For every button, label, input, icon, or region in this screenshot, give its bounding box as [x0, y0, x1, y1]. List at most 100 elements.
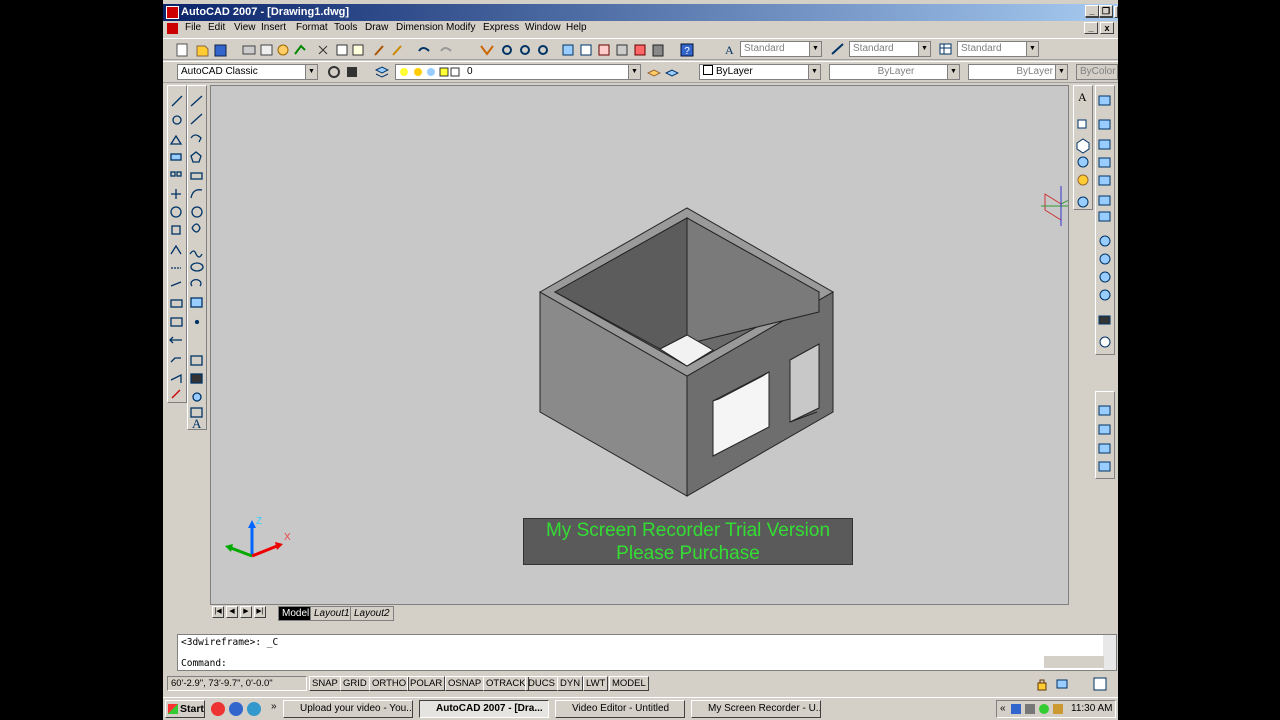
text-style-icon[interactable]: A	[723, 42, 737, 57]
task-upload-video[interactable]: Upload your video - You...	[283, 700, 413, 718]
drawing-canvas[interactable]: Z X My Screen Recorder Trial Version Ple…	[210, 85, 1069, 605]
command-prompt[interactable]: Command:	[181, 658, 227, 669]
clean-screen-icon[interactable]	[1093, 677, 1107, 691]
ucs-z-label: Z	[256, 516, 263, 527]
dim-style-value: Standard	[853, 43, 894, 54]
table-style-icon[interactable]	[939, 42, 953, 56]
dim-style-icon[interactable]	[831, 42, 845, 56]
chrome-icon[interactable]	[211, 702, 225, 716]
command-window[interactable]: <3dwireframe>: _C Command:	[177, 634, 1117, 671]
tab-model[interactable]: Model	[278, 606, 314, 621]
tray-expand-icon[interactable]: «	[1000, 701, 1006, 717]
doc-minimize-button[interactable]: _	[1084, 22, 1098, 34]
task-autocad[interactable]: AutoCAD 2007 - [Dra...	[419, 700, 549, 718]
color-swatch	[703, 65, 713, 75]
command-hscroll[interactable]	[1044, 656, 1104, 668]
my-workspace-icon[interactable]	[345, 65, 359, 79]
standard-toolbar-icons[interactable]: ?	[171, 42, 711, 58]
app-minimize-button[interactable]: _	[1085, 5, 1099, 17]
osnap-toggle[interactable]: OSNAP	[445, 676, 485, 691]
plotstyle-dropdown[interactable]: ByColor	[1076, 64, 1118, 80]
menu-file[interactable]: File	[185, 22, 201, 33]
menu-view[interactable]: View	[234, 22, 256, 33]
tab-layout1[interactable]: Layout1	[310, 606, 354, 621]
draw-toolbar[interactable]: A	[187, 85, 207, 431]
dyn-toggle[interactable]: DYN	[557, 676, 584, 691]
status-tray-icon[interactable]	[1055, 677, 1069, 691]
linetype-dropdown[interactable]: ByLayer ▼	[829, 64, 960, 80]
doc-close-button[interactable]: x	[1100, 22, 1114, 34]
draw-toolbar-icons[interactable]: A	[188, 86, 206, 431]
app-restore-button[interactable]: ❐	[1099, 5, 1113, 17]
menu-insert[interactable]: Insert	[261, 22, 286, 33]
tray-app-icon[interactable]	[1053, 704, 1063, 714]
lock-icon[interactable]	[1035, 677, 1049, 691]
otrack-toggle[interactable]: OTRACK	[483, 676, 529, 691]
lineweight-dropdown[interactable]: ByLayer ▼	[968, 64, 1068, 80]
autocad-app-icon[interactable]	[166, 6, 179, 19]
left-toolbars: A	[163, 85, 210, 605]
workspace-dropdown[interactable]: AutoCAD Classic ▼	[177, 64, 318, 80]
view-toolbar-icons[interactable]: A	[1074, 86, 1092, 209]
close-button[interactable]	[1114, 6, 1118, 18]
layer-manager-icon[interactable]	[374, 65, 390, 79]
last-tab-button[interactable]: ▶|	[254, 606, 266, 618]
tab-layout2[interactable]: Layout2	[350, 606, 394, 621]
make-object-layer-current-icon[interactable]	[646, 65, 662, 79]
tray-volume-icon[interactable]	[1025, 704, 1035, 714]
clock[interactable]: 11:30 AM	[1071, 701, 1113, 717]
grid-toggle[interactable]: GRID	[340, 676, 370, 691]
layer-previous-icon[interactable]	[664, 65, 680, 79]
menu-format[interactable]: Format	[296, 22, 328, 33]
command-scrollbar[interactable]	[1103, 635, 1116, 670]
lwt-toggle[interactable]: LWT	[583, 676, 609, 691]
ortho-toggle[interactable]: ORTHO	[369, 676, 410, 691]
layer-dropdown[interactable]: 0 ▼	[395, 64, 641, 80]
menu-help[interactable]: Help	[566, 22, 587, 33]
tray-network-icon[interactable]	[1011, 704, 1021, 714]
tray-security-icon[interactable]	[1039, 704, 1049, 714]
next-tab-button[interactable]: ▶	[240, 606, 252, 618]
dim-style-dropdown[interactable]: Standard ▼	[849, 41, 931, 57]
menu-draw[interactable]: Draw	[365, 22, 388, 33]
text-style-dropdown[interactable]: Standard ▼	[740, 41, 822, 57]
solid-editing-icons[interactable]	[1096, 392, 1114, 478]
color-dropdown[interactable]: ByLayer ▼	[699, 64, 821, 80]
prev-tab-button[interactable]: ◀	[226, 606, 238, 618]
menu-edit[interactable]: Edit	[208, 22, 225, 33]
task-screen-recorder[interactable]: My Screen Recorder - U...	[691, 700, 821, 718]
workspace-settings-icon[interactable]	[327, 65, 341, 79]
watermark-line2: Please Purchase	[616, 543, 760, 564]
menu-modify[interactable]: Modify	[446, 22, 475, 33]
quicklaunch-more-icon[interactable]: »	[271, 701, 277, 712]
recorder-watermark: My Screen Recorder Trial Version Please …	[523, 518, 853, 565]
model-toggle[interactable]: MODEL	[609, 676, 649, 691]
menu-express[interactable]: Express	[483, 22, 519, 33]
windows-taskbar: Start » Upload your video - You... AutoC…	[163, 697, 1118, 720]
first-tab-button[interactable]: |◀	[212, 606, 224, 618]
modify-toolbar[interactable]	[167, 85, 187, 403]
browser-icon[interactable]	[247, 702, 261, 716]
view-toolbar[interactable]: A	[1073, 85, 1093, 210]
title-bar: AutoCAD 2007 - [Drawing1.dwg] _ □	[163, 4, 1118, 21]
menu-tools[interactable]: Tools	[334, 22, 357, 33]
menu-window[interactable]: Window	[525, 22, 561, 33]
watermark-line1: My Screen Recorder Trial Version	[545, 520, 831, 541]
table-style-dropdown[interactable]: Standard ▼	[957, 41, 1039, 57]
task-video-editor[interactable]: Video Editor - Untitled	[555, 700, 685, 718]
modify-toolbar-icons[interactable]	[168, 86, 186, 402]
menu-dimension[interactable]: Dimension	[396, 22, 443, 33]
crosshair-cursor	[1041, 186, 1068, 226]
modeling-toolbar[interactable]	[1095, 85, 1115, 355]
coordinate-readout[interactable]: 60'-2.9", 73'-9.7", 0'-0.0"	[167, 676, 307, 691]
ie-icon[interactable]	[229, 702, 243, 716]
modeling-toolbar-icons[interactable]	[1096, 86, 1114, 354]
layers-toolbar: AutoCAD Classic ▼ 0 ▼ ByLayer ▼ ByLayer ▼	[163, 61, 1118, 83]
solid-editing-toolbar[interactable]	[1095, 391, 1115, 479]
ducs-toggle[interactable]: DUCS	[525, 676, 558, 691]
snap-toggle[interactable]: SNAP	[309, 676, 341, 691]
polar-toggle[interactable]: POLAR	[407, 676, 446, 691]
document-icon[interactable]	[167, 23, 178, 34]
start-button[interactable]: Start	[165, 700, 205, 718]
table-style-value: Standard	[961, 43, 1002, 54]
